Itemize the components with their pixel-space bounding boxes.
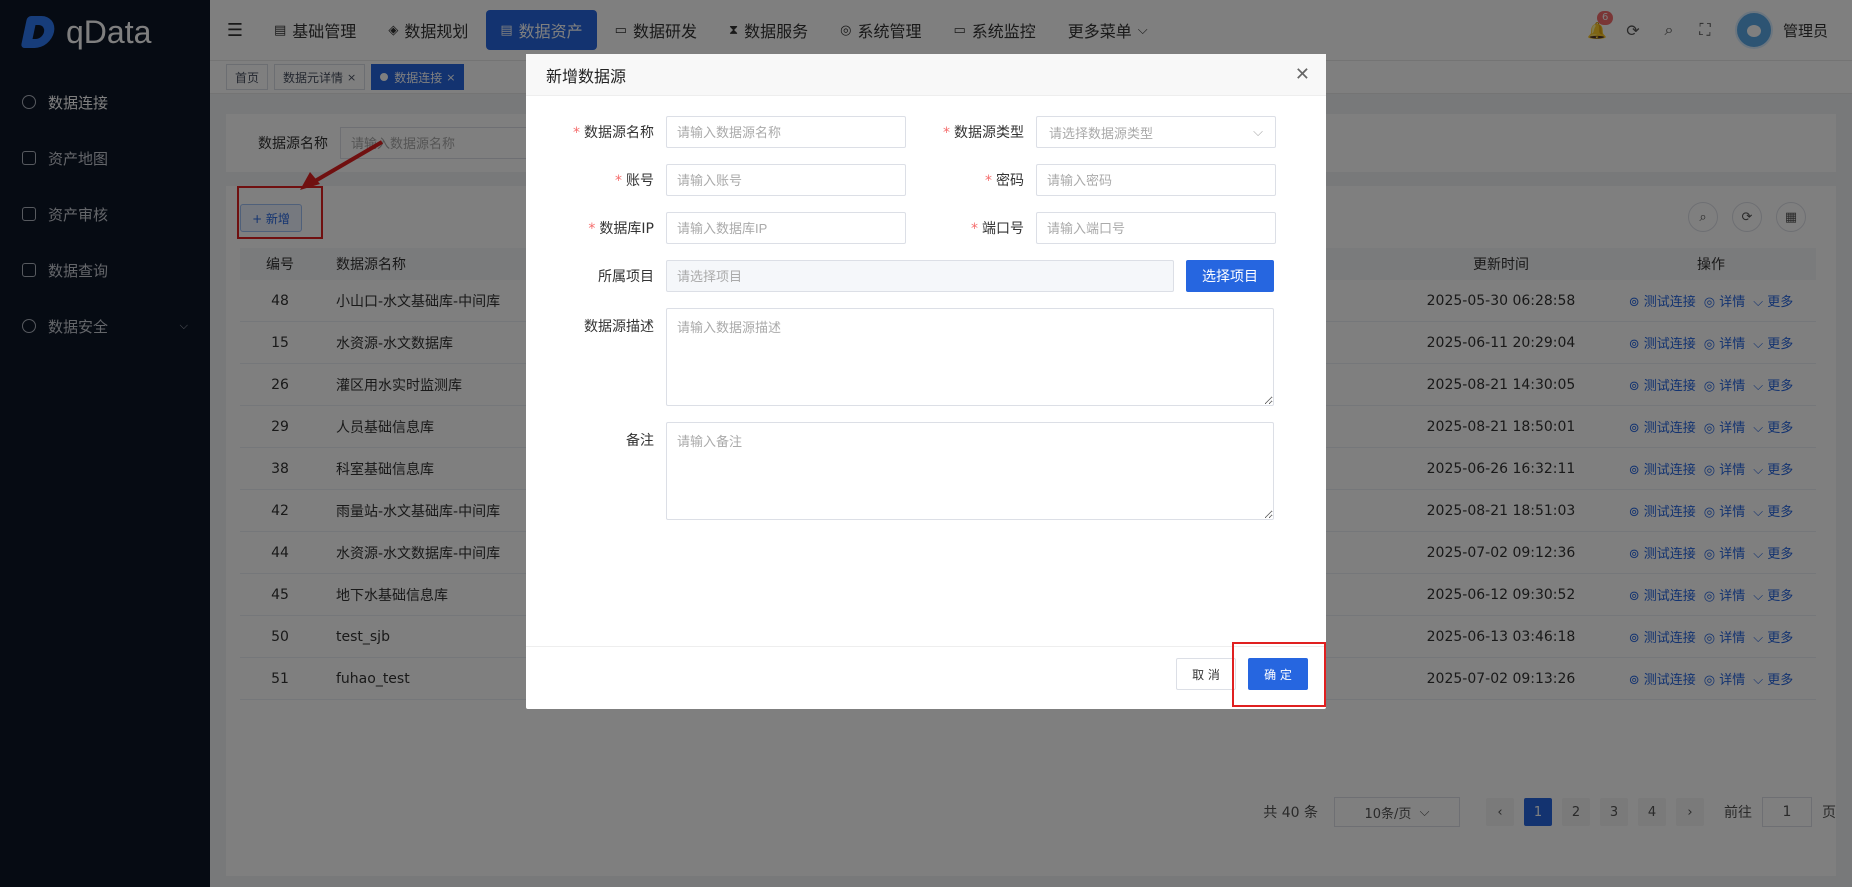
description-textarea[interactable] [666,308,1274,406]
field-port-label: * 端口号 [971,221,1024,237]
datasource-name-input[interactable] [666,116,906,148]
password-input[interactable] [1036,164,1276,196]
new-datasource-dialog: 新增数据源 ✕ *数据源名称 *数据源类型 请选择数据源类型 ⌵ *账号 *密码… [526,54,1326,709]
cancel-button[interactable]: 取 消 [1176,658,1236,690]
field-port-row: * 端口号 [896,212,1276,244]
db-ip-input[interactable] [666,212,906,244]
field-desc-label: 数据源描述 [584,319,654,335]
field-project-row: 所属项目 选择项目 [526,260,1274,292]
field-name-row: * 数据源名称 [526,116,906,148]
chevron-down-icon: ⌵ [1253,124,1263,140]
account-input[interactable] [666,164,906,196]
field-password-row: * 密码 [896,164,1276,196]
remark-textarea[interactable] [666,422,1274,520]
field-password-label: * 密码 [985,173,1024,189]
dialog-title: 新增数据源 [526,54,1326,96]
port-input[interactable] [1036,212,1276,244]
field-ip-label: * 数据库IP [588,221,654,237]
select-placeholder: 请选择数据源类型 [1049,126,1154,142]
field-remark-row: 备注 [526,422,1274,520]
datasource-type-select[interactable]: 请选择数据源类型 ⌵ [1036,116,1276,148]
select-project-button[interactable]: 选择项目 [1186,260,1274,292]
field-name-label: * 数据源名称 [573,125,654,141]
highlight-box-confirm [1232,642,1326,707]
field-ip-row: * 数据库IP [526,212,906,244]
field-remark-label: 备注 [626,433,654,449]
field-account-label: * 账号 [615,173,654,189]
close-icon[interactable]: ✕ [1295,64,1310,85]
field-account-row: * 账号 [526,164,906,196]
dialog-footer: 取 消 确 定 [526,646,1326,709]
project-input[interactable] [666,260,1174,292]
field-project-label: 所属项目 [598,269,654,285]
field-type-row: * 数据源类型 请选择数据源类型 ⌵ [896,116,1276,148]
field-type-label: * 数据源类型 [943,125,1024,141]
field-desc-row: 数据源描述 [526,308,1274,406]
